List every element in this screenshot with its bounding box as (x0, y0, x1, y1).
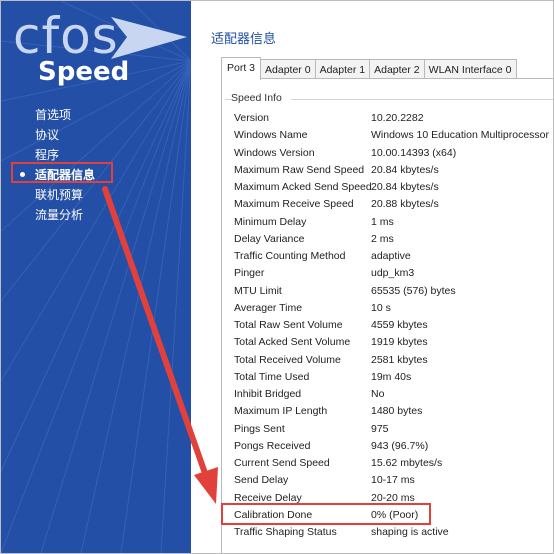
info-value: 2 ms (371, 232, 394, 245)
info-key: Total Time Used (234, 370, 310, 383)
info-key: Pinger (234, 267, 265, 280)
info-value: 20-20 ms (371, 491, 415, 504)
info-value: 1 ms (371, 215, 394, 228)
info-value: 20.84 kbytes/s (371, 163, 439, 176)
info-value: 10.00.14393 (x64) (371, 146, 457, 159)
info-key: Maximum Receive Speed (234, 198, 354, 211)
info-key: Maximum Raw Send Speed (234, 163, 365, 176)
info-key: MTU Limit (234, 284, 282, 297)
info-key: Pings Sent (234, 422, 285, 435)
info-value: adaptive (371, 250, 411, 262)
app-window: cfos Speed 首选项 协议 程序 适配器信息 联机预算 流量分析 适配器… (0, 0, 554, 554)
info-value: 975 (371, 422, 389, 435)
info-value: 943 (96.7%) (371, 439, 429, 452)
group-border-line (291, 99, 553, 100)
info-key: Traffic Shaping Status (234, 526, 337, 538)
info-key: Delay Variance (234, 232, 305, 245)
nav-item-protocols[interactable]: 协议 (35, 125, 95, 145)
info-key: Receive Delay (234, 491, 302, 504)
info-value: 4559 kbytes (371, 319, 428, 331)
nav-item-preferences[interactable]: 首选项 (35, 105, 95, 125)
adapter-tabs: Port 3 Adapter 0 Adapter 1 Adapter 2 WLA… (221, 57, 517, 80)
info-value: 10-17 ms (371, 474, 415, 487)
info-key: Total Acked Sent Volume (234, 336, 351, 349)
info-key: Maximum IP Length (234, 405, 328, 418)
tab-adapter-1[interactable]: Adapter 1 (314, 59, 371, 80)
info-value: Windows 10 Education Multiprocessor (371, 129, 549, 142)
info-key: Pongs Received (234, 439, 311, 452)
info-value: udp_km3 (371, 267, 415, 280)
info-value: 10.20.2282 (371, 112, 424, 124)
info-key: Total Raw Sent Volume (234, 319, 343, 331)
nav-item-online-budget[interactable]: 联机预算 (35, 185, 95, 205)
info-value: 2581 kbytes (371, 353, 428, 366)
tab-adapter-2[interactable]: Adapter 2 (369, 59, 425, 80)
nav-item-traffic-analysis[interactable]: 流量分析 (35, 205, 95, 225)
tab-adapter-0[interactable]: Adapter 0 (260, 59, 316, 80)
info-key: Windows Version (234, 146, 315, 159)
info-key: Maximum Acked Send Speed (234, 181, 372, 193)
calibration-highlight-box (221, 503, 431, 525)
sidebar: cfos Speed 首选项 协议 程序 适配器信息 联机预算 流量分析 (1, 1, 191, 553)
page-title: 适配器信息 (211, 32, 277, 47)
info-key: Send Delay (234, 474, 289, 487)
info-key: Traffic Counting Method (234, 250, 346, 262)
logo-cfos-text: cfos (13, 7, 119, 65)
info-value: 1919 kbytes (371, 336, 428, 349)
logo-arrow-icon (111, 17, 187, 59)
nav-highlight-box (11, 162, 113, 183)
info-value: 10 s (371, 301, 391, 314)
info-key: Averager Time (234, 301, 303, 314)
info-value: shaping is active (371, 526, 449, 538)
info-value: No (371, 388, 385, 400)
info-key: Total Received Volume (234, 353, 341, 366)
info-value: 65535 (576) bytes (371, 284, 456, 297)
info-key: Windows Name (234, 129, 308, 142)
info-value: 19m 40s (371, 370, 412, 383)
info-key: Inhibit Bridged (234, 388, 302, 400)
info-value: 1480 bytes (371, 405, 423, 418)
speed-info-group-title: Speed Info (231, 92, 286, 104)
info-key: Version (234, 112, 270, 124)
info-key: Minimum Delay (234, 215, 307, 228)
info-value: 15.62 mbytes/s (371, 457, 443, 469)
tab-port-3[interactable]: Port 3 (221, 57, 262, 80)
info-value: 20.84 kbytes/s (371, 181, 439, 193)
info-key: Current Send Speed (234, 457, 330, 469)
info-value: 20.88 kbytes/s (371, 198, 439, 211)
logo-speed-text: Speed (38, 57, 130, 87)
main-content: 适配器信息 Port 3 Adapter 0 Adapter 1 Adapter… (191, 1, 553, 553)
tab-wlan-interface-0[interactable]: WLAN Interface 0 (423, 59, 517, 80)
